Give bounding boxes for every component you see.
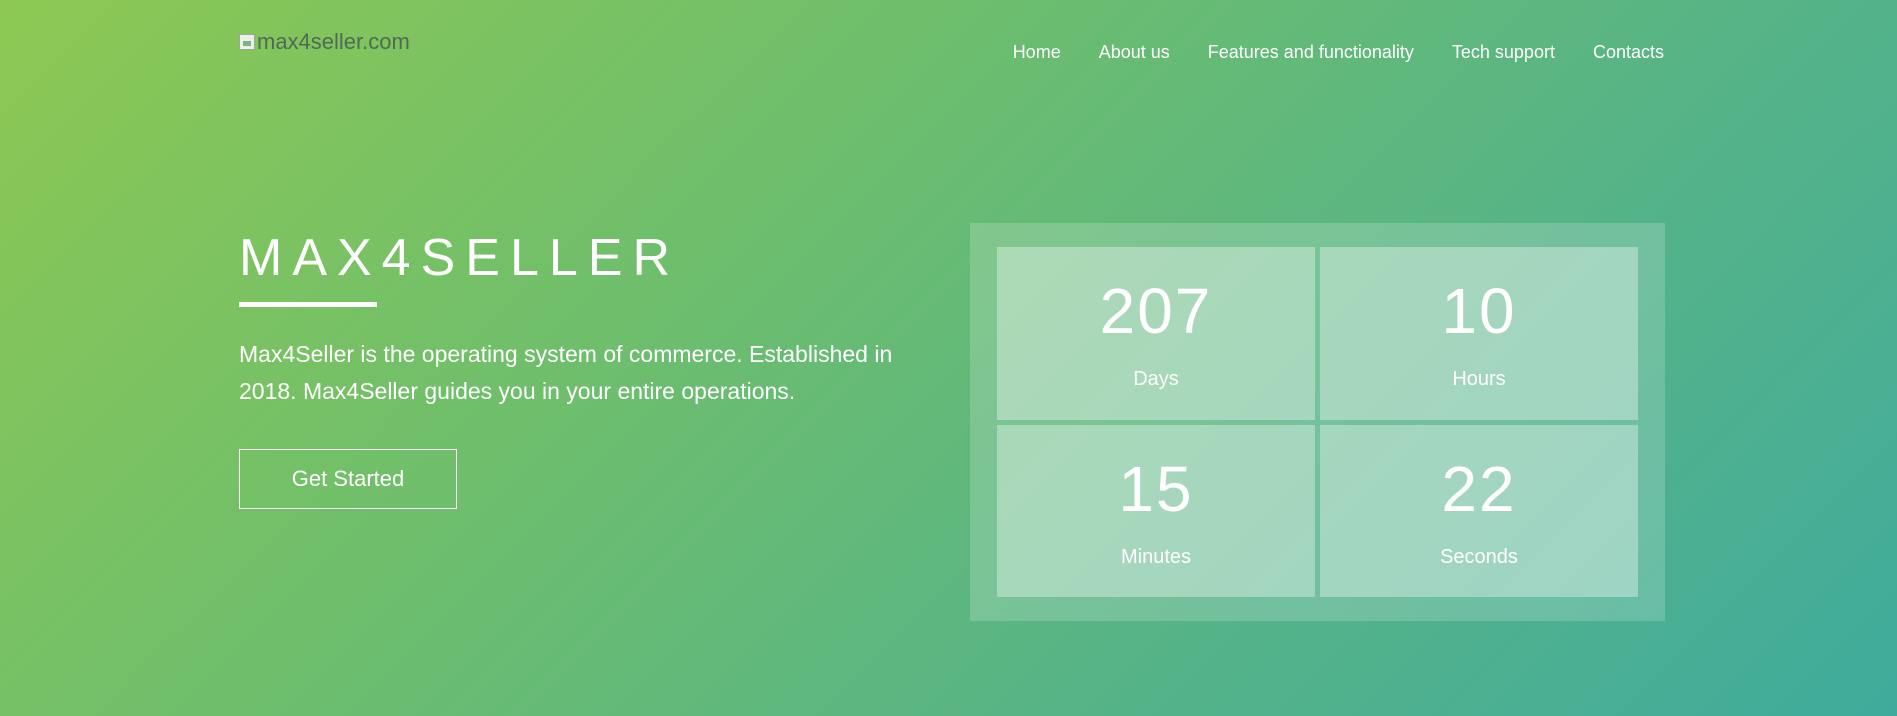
nav-features[interactable]: Features and functionality: [1208, 42, 1414, 63]
countdown-value: 10: [1441, 275, 1517, 347]
countdown-label: Days: [1133, 368, 1179, 390]
countdown-days: 207 Days: [997, 247, 1315, 420]
nav-contacts[interactable]: Contacts: [1593, 42, 1664, 63]
countdown-minutes: 15 Minutes: [997, 424, 1315, 597]
logo-alt-text: max4seller.com: [257, 29, 410, 54]
landing-page: max4seller.com Home About us Features an…: [0, 0, 1897, 716]
title-underline: [239, 302, 377, 307]
nav-home[interactable]: Home: [1013, 42, 1061, 63]
nav-tech-support[interactable]: Tech support: [1452, 42, 1555, 63]
countdown-label: Hours: [1452, 368, 1506, 390]
countdown-value: 15: [1118, 452, 1194, 525]
countdown-value: 207: [1099, 275, 1213, 347]
nav-about-us[interactable]: About us: [1099, 42, 1170, 63]
countdown-seconds: 22 Seconds: [1320, 424, 1638, 597]
logo-link[interactable]: max4seller.com: [239, 29, 410, 55]
countdown-label: Seconds: [1440, 545, 1518, 568]
countdown-panel: 207 Days 10 Hours 15 Minutes 22 Seconds: [970, 223, 1665, 621]
broken-image-icon: [239, 34, 255, 50]
countdown-label: Minutes: [1120, 545, 1192, 568]
main-nav: Home About us Features and functionality…: [1013, 42, 1664, 63]
get-started-button[interactable]: Get Started: [239, 449, 457, 509]
countdown-value: 22: [1441, 452, 1517, 525]
countdown-hours: 10 Hours: [1320, 247, 1638, 420]
hero-title: MAX4SELLER: [239, 229, 681, 287]
hero-description: Max4Seller is the operating system of co…: [239, 341, 893, 404]
